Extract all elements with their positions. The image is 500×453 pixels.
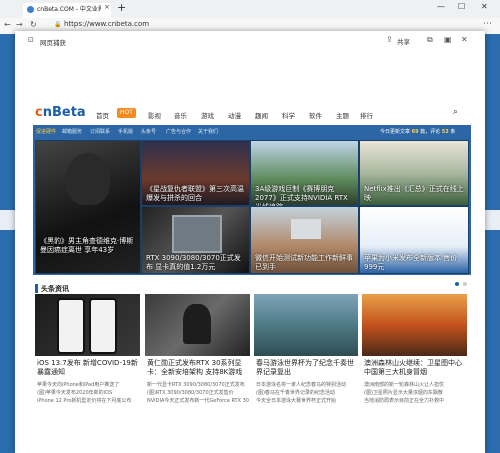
count-prefix: 今日更新文章 — [380, 129, 411, 135]
summary-line: (图)RTX 3090/3080/3070正式发售价 — [147, 390, 234, 396]
carousel-dot[interactable] — [463, 282, 467, 286]
laptop-image — [291, 219, 321, 239]
subnav-item[interactable]: 邮箱服务 — [62, 128, 82, 135]
share-button[interactable]: 共享 — [397, 36, 410, 46]
window-close-button[interactable]: ✕ — [481, 2, 488, 11]
nav-science[interactable]: 科学 — [282, 110, 295, 120]
article-summary: 新一代显卡RTX 3090/3080/3070正式发布 (图)RTX 3090/3… — [147, 381, 249, 405]
cnbeta-logo[interactable]: cnBeta — [35, 105, 86, 120]
summary-line: (图)卫星照片显示大量浓烟向东飘散 — [364, 390, 443, 396]
phone-image — [57, 298, 85, 354]
section-title: 头条资讯 — [41, 285, 69, 293]
portrait-image — [66, 153, 110, 205]
capture-icon: ⊡ — [28, 36, 34, 44]
more-dots-icon[interactable]: ⋯ — [483, 19, 492, 29]
tile-caption: 微信开始测试新功能工作新鲜事已到手 — [255, 254, 353, 271]
refresh-icon[interactable]: ↻ — [30, 20, 37, 29]
tab-title[interactable]: cnBeta.COM - 中文业界资讯站 — [37, 4, 101, 13]
nav-fun[interactable]: 趣闻 — [255, 110, 268, 120]
capture-title: 网页捕获 — [40, 39, 66, 47]
share-icon[interactable]: ⇪ — [386, 35, 393, 44]
article-image[interactable] — [145, 294, 250, 356]
feature-tile[interactable]: RTX 3090/3080/3070正式发布 显卡真的值1.2万元 — [141, 206, 250, 274]
nav-home[interactable]: 首页 — [96, 110, 109, 120]
count-comments: 53 — [441, 129, 449, 135]
article-image[interactable] — [362, 294, 467, 356]
lock-icon: 🔒 — [54, 21, 62, 28]
summary-line: (图)苹果今天发布2020年新的iOS — [37, 390, 113, 396]
new-tab-button[interactable]: + — [117, 2, 126, 14]
logo-text: nBeta — [42, 105, 86, 120]
feature-tile[interactable]: 3A级游戏巨制《赛博朋克2077》正式支持NVIDIA RTX光线追踪 — [250, 140, 359, 211]
nav-film[interactable]: 影视 — [148, 110, 161, 120]
tile-caption: 苹果为小米发布全新版本 售价999元 — [364, 254, 458, 271]
feature-tile[interactable]: Netflix推出《汇总》正式在线上映 — [359, 140, 469, 206]
subnav-item[interactable]: 订阅联系 — [90, 128, 110, 135]
close-capture-icon[interactable]: ✕ — [461, 35, 468, 44]
summary-line: 新一代显卡RTX 3090/3080/3070正式发布 — [147, 382, 245, 388]
summary-line: 当地消防局表示目前正在全力扑救中 — [364, 398, 445, 404]
person-image — [183, 304, 211, 344]
update-count: 今日更新文章 69 篇，评论 53 条 — [380, 128, 455, 135]
subnav-item[interactable]: 头条号 — [141, 128, 156, 135]
copy-icon[interactable]: ⧉ — [427, 35, 433, 45]
subnav-item[interactable]: 关于我们 — [198, 128, 218, 135]
tab-close-button[interactable]: × — [104, 3, 110, 11]
feature-tile[interactable]: 《星战复仇者联盟》第三次高温爆发与拼杀的回合 — [141, 140, 250, 206]
favicon-icon — [27, 6, 34, 13]
nav-hot[interactable]: HOT — [117, 108, 136, 118]
article-image[interactable] — [254, 294, 358, 356]
article-summary: 苹果今天向iPhone和iPad用户推送了 (图)苹果今天发布2020年新的iOS… — [37, 381, 139, 405]
count-suffix: 条 — [450, 129, 456, 135]
count-articles: 69 — [411, 129, 419, 135]
article-title[interactable]: 黄仁勋正式发布RTX 30系列显卡：全新安培架构 支持8K游戏 — [147, 359, 249, 377]
nav-topics[interactable]: 主题 — [336, 110, 349, 120]
summary-line: 澳洲南部的新一轮森林山火让人担忧 — [364, 382, 445, 388]
forward-arrow-icon[interactable]: → — [16, 20, 23, 29]
nav-music[interactable]: 音乐 — [174, 110, 187, 120]
summary-line: NVIDIA今天正式发布新一代GeForce RTX 30 — [147, 398, 249, 404]
article-title[interactable]: 春马游泳世界杯为了纪念千奏世界记录复出 — [256, 359, 357, 377]
article-title[interactable]: 澳洲森林山火继续：卫星图中心中国第三大机身冒烟 — [364, 359, 466, 377]
logo-c: c — [35, 105, 43, 120]
subnav-item[interactable]: 手机版 — [118, 128, 133, 135]
feature-tile[interactable]: 微信开始测试新功能工作新鲜事已到手 — [250, 206, 359, 274]
count-mid: 篇，评论 — [420, 129, 441, 135]
save-icon[interactable]: ▣ — [444, 35, 452, 44]
maximize-button[interactable]: ☐ — [458, 2, 465, 11]
tile-caption: 《星战复仇者联盟》第三次高温爆发与拼杀的回合 — [146, 185, 244, 202]
article-image[interactable] — [35, 294, 140, 356]
search-icon[interactable]: ⌕ — [453, 107, 458, 117]
minimize-button[interactable]: — — [437, 2, 445, 11]
summary-line: 苹果今天向iPhone和iPad用户推送了 — [37, 382, 120, 388]
subnav-item[interactable]: 广告与合作 — [166, 128, 191, 135]
gpu-image — [172, 215, 222, 253]
tile-caption: Netflix推出《汇总》正式在线上映 — [364, 185, 464, 202]
summary-line: iPhone 12 Pro新机型定价将在下月底公布 — [37, 398, 132, 404]
feature-tile-large[interactable]: 《黑豹》男主角查德维克·博斯曼因癌症离世 享年43岁 — [35, 140, 141, 274]
subnav-item[interactable]: 促进硬件 — [36, 128, 56, 135]
tile-caption: RTX 3090/3080/3070正式发布 显卡真的值1.2万元 — [146, 254, 241, 271]
article-summary: 澳洲南部的新一轮森林山火让人担忧 (图)卫星照片显示大量浓烟向东飘散 当地消防局表示… — [364, 381, 466, 405]
summary-line: 日本游泳名将一家人纪念春马的特别活动 — [256, 382, 347, 388]
nav-anime[interactable]: 动漫 — [228, 110, 241, 120]
back-arrow-icon[interactable]: ← — [4, 20, 11, 29]
phone-image — [89, 298, 117, 354]
nav-software[interactable]: 软件 — [309, 110, 322, 120]
tile-caption: 《黑豹》男主角查德维克·博斯曼因癌症离世 享年43岁 — [40, 237, 134, 254]
nav-ranking[interactable]: 排行 — [360, 110, 373, 120]
feature-tile[interactable]: 苹果为小米发布全新版本 售价999元 — [359, 206, 469, 274]
nav-games[interactable]: 游戏 — [201, 110, 214, 120]
section-marker — [35, 284, 38, 293]
article-title[interactable]: iOS 13.7发布 新增COVID-19新暴露通知 — [37, 359, 139, 377]
carousel-dot[interactable] — [455, 282, 459, 286]
summary-line: (图)春马在千奏世界记录的纪念活动 — [256, 390, 335, 396]
article-summary: 日本游泳名将一家人纪念春马的特别活动 (图)春马在千奏世界记录的纪念活动 今天全日本… — [256, 381, 357, 405]
url-input[interactable]: https://www.cnbeta.com — [64, 20, 149, 28]
summary-line: 今天全日本游泳大赛世界杯正式开始 — [256, 398, 337, 404]
